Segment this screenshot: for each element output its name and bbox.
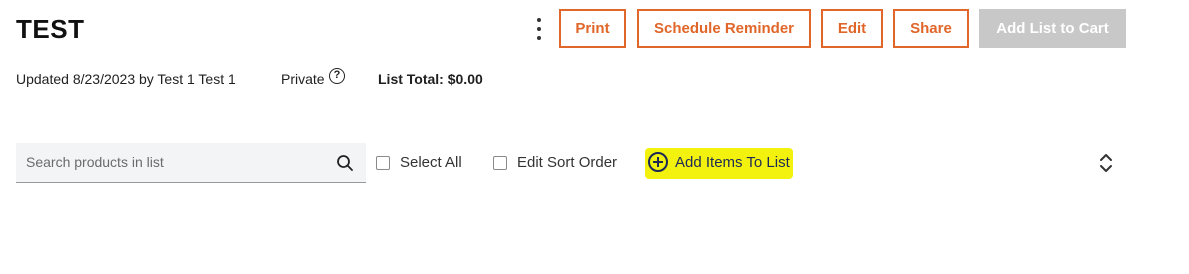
list-total: List Total: $0.00 <box>378 71 483 87</box>
edit-button[interactable]: Edit <box>821 9 883 48</box>
search-input[interactable] <box>16 143 346 181</box>
schedule-reminder-button[interactable]: Schedule Reminder <box>637 9 811 48</box>
add-list-to-cart-button[interactable]: Add List to Cart <box>979 9 1126 48</box>
search-box <box>16 143 366 183</box>
list-title: TEST <box>16 14 85 44</box>
more-options-icon[interactable] <box>530 18 548 40</box>
select-all-label: Select All <box>400 154 462 171</box>
edit-sort-order-label: Edit Sort Order <box>517 154 618 171</box>
sort-toggle-icon[interactable] <box>1097 151 1115 175</box>
edit-sort-order-option[interactable]: Edit Sort Order <box>493 154 617 171</box>
share-button[interactable]: Share <box>893 9 969 48</box>
question-circle-icon[interactable]: ? <box>329 68 345 84</box>
print-button[interactable]: Print <box>559 9 626 48</box>
updated-info: Updated 8/23/2023 by Test 1 Test 1 <box>16 71 236 87</box>
select-all-checkbox[interactable] <box>376 155 390 170</box>
edit-sort-order-checkbox[interactable] <box>493 155 507 170</box>
visibility-label: Private <box>281 71 325 87</box>
select-all-option[interactable]: Select All <box>376 154 462 171</box>
add-items-to-list-link[interactable]: Add Items To List <box>648 152 790 172</box>
add-items-label: Add Items To List <box>675 153 790 171</box>
search-icon[interactable] <box>336 154 354 172</box>
plus-circle-icon <box>648 152 668 172</box>
